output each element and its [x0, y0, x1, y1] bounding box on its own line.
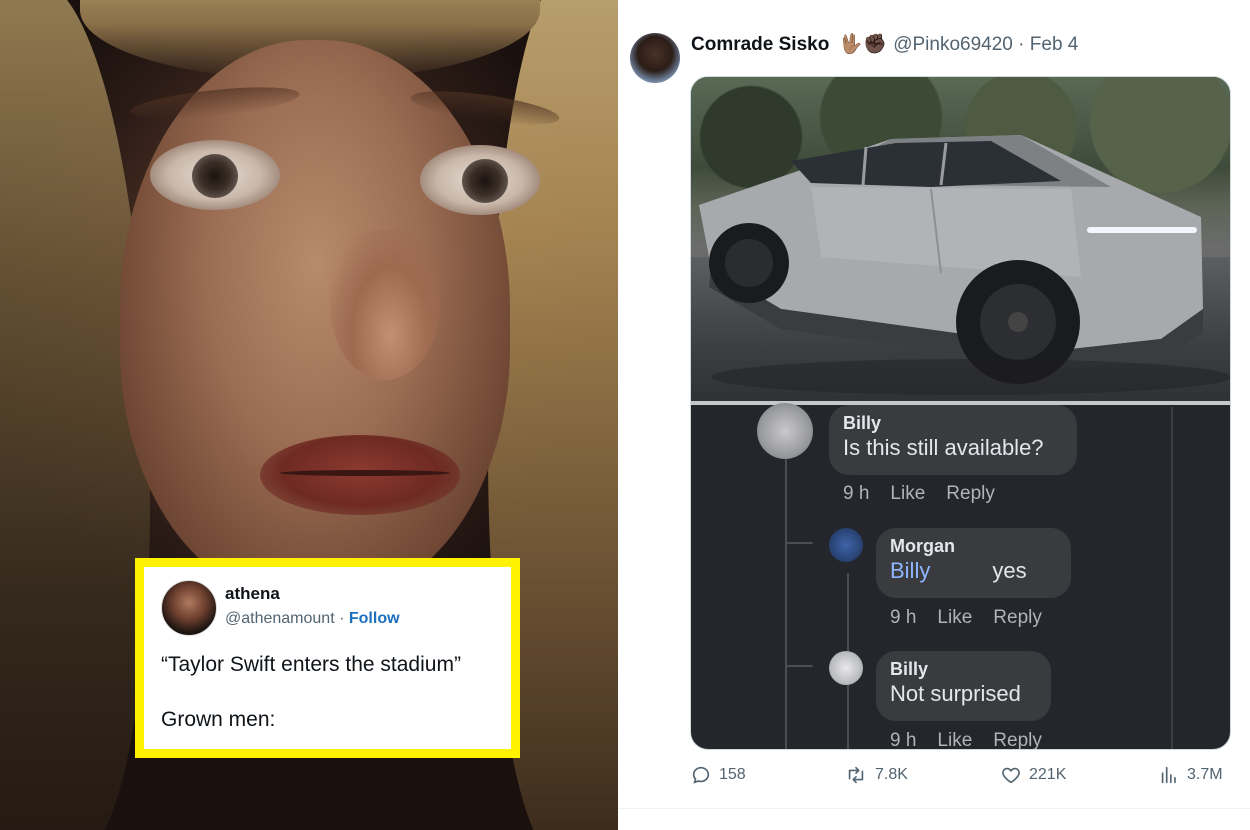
comment-text: Not surprised: [890, 681, 1021, 706]
tweet-media[interactable]: Billy Is this still available? 9 h Like Re…: [690, 76, 1231, 750]
tweet-date[interactable]: Feb 4: [1030, 34, 1079, 55]
author-display-name[interactable]: Comrade Sisko: [691, 34, 829, 55]
car-photo: [691, 77, 1230, 405]
reply-action[interactable]: 158: [690, 764, 746, 786]
tweet-header: Comrade Sisko 🖖🏽✊🏿 @Pinko69420 · Feb 4: [691, 33, 1078, 57]
comment-meta: 9 h Like Reply: [890, 730, 1063, 750]
comment-author[interactable]: Morgan: [890, 535, 1057, 557]
separator-dot: ·: [1012, 34, 1030, 55]
comment-bubble: Morgan Billy yes: [876, 528, 1071, 598]
tweet-action-bar: 158 7.8K 221K 3.7M: [690, 764, 1231, 796]
embedded-tweet-card[interactable]: athena @athenamount · Follow “Taylor Swi…: [135, 558, 520, 758]
comment-meta: 9 h Like Reply: [890, 607, 1063, 629]
views-count: 3.7M: [1187, 766, 1223, 783]
comment-time: 9 h: [890, 607, 917, 628]
thread-connector: [785, 542, 813, 544]
author-handle[interactable]: @athenamount: [225, 610, 335, 627]
comment-bubble: Billy Is this still available?: [829, 405, 1077, 475]
retweet-icon: [848, 766, 864, 784]
truck-illustration: [699, 135, 1230, 395]
separator-dot: ·: [334, 610, 349, 627]
like-action[interactable]: 221K: [1000, 764, 1066, 786]
views-chart-icon: [1161, 766, 1176, 784]
light-bar: [1087, 227, 1197, 233]
comment-author[interactable]: Billy: [890, 658, 1037, 680]
comment-author[interactable]: Billy: [843, 412, 1063, 434]
left-eye: [150, 140, 280, 210]
mention-link[interactable]: Billy: [890, 558, 930, 583]
thread-connector: [785, 665, 813, 667]
reply-icon: [692, 766, 710, 784]
right-iris: [462, 159, 508, 203]
like-link[interactable]: Like: [937, 607, 972, 628]
like-link[interactable]: Like: [937, 730, 972, 749]
right-eye: [420, 145, 540, 215]
divider: [618, 808, 1250, 809]
tweet-card-header: athena @athenamount · Follow: [161, 580, 495, 636]
reply-count: 158: [719, 766, 746, 783]
tweet-text-line2: Grown men:: [161, 708, 276, 731]
retweet-action[interactable]: 7.8K: [844, 764, 908, 786]
comment-text-row: Billy yes: [890, 557, 1057, 585]
name-emoji: 🖖🏽✊🏿: [838, 34, 888, 55]
handle-row: @athenamount · Follow: [225, 608, 400, 630]
mouth-line: [280, 470, 450, 476]
like-link[interactable]: Like: [890, 483, 925, 504]
tweet-panel: Comrade Sisko 🖖🏽✊🏿 @Pinko69420 · Feb 4 B…: [618, 0, 1250, 830]
commenter-avatar[interactable]: [757, 403, 813, 459]
comment-meta: 9 h Like Reply: [843, 483, 1016, 505]
follow-button[interactable]: Follow: [349, 610, 400, 627]
author-display-name[interactable]: athena: [225, 583, 400, 605]
reaction-image: athena @athenamount · Follow “Taylor Swi…: [0, 0, 618, 830]
comment-text: Is this still available?: [843, 435, 1044, 460]
comment-time: 9 h: [890, 730, 917, 750]
like-count: 221K: [1029, 766, 1067, 783]
comment-bubble: Billy Not surprised: [876, 651, 1051, 721]
comment-time: 9 h: [843, 483, 870, 504]
views-action[interactable]: 3.7M: [1158, 764, 1223, 786]
retweet-count: 7.8K: [875, 766, 908, 783]
avatar[interactable]: [161, 580, 217, 636]
tweet-text-line1: “Taylor Swift enters the stadium”: [161, 653, 461, 676]
avatar[interactable]: [630, 33, 680, 83]
thread-line: [785, 447, 787, 749]
author-info: athena @athenamount · Follow: [225, 583, 400, 630]
face: [120, 40, 510, 600]
commenter-avatar[interactable]: [829, 651, 863, 685]
reply-link[interactable]: Reply: [946, 483, 995, 504]
nose: [330, 230, 440, 380]
comment-text: yes: [992, 558, 1027, 583]
thread-line: [1171, 407, 1173, 749]
reply-link[interactable]: Reply: [993, 607, 1042, 628]
left-iris: [192, 154, 238, 198]
reply-link[interactable]: Reply: [993, 730, 1042, 749]
author-handle[interactable]: @Pinko69420: [893, 34, 1013, 55]
heart-icon: [1002, 767, 1020, 784]
commenter-avatar[interactable]: [829, 528, 863, 562]
